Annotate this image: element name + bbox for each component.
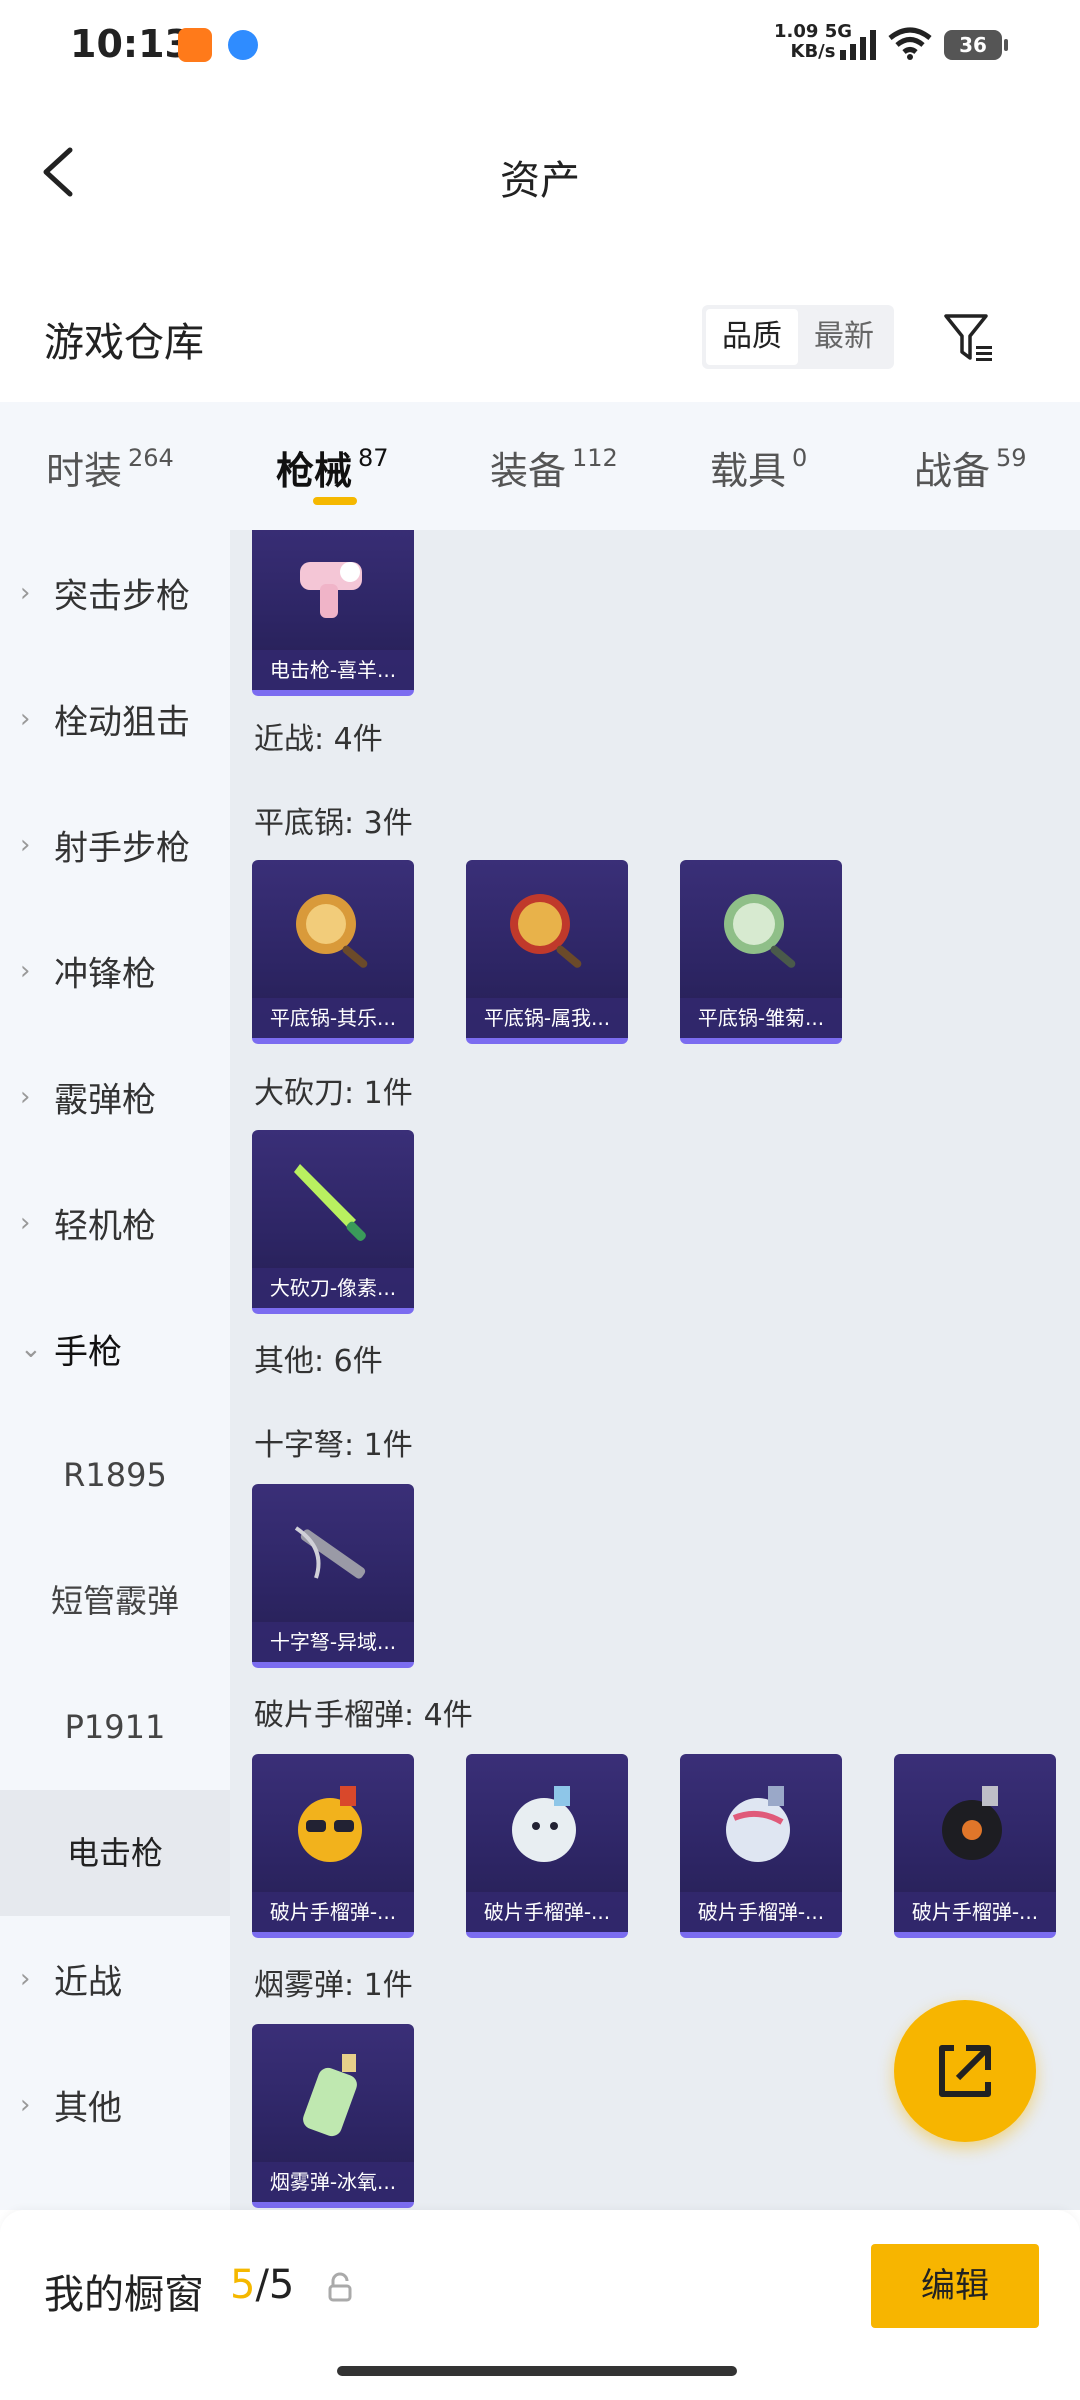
lock-icon	[328, 2272, 352, 2302]
status-time: 10:13	[70, 22, 191, 66]
sidebar-item-pistol[interactable]: ⌄ 手枪	[0, 1286, 230, 1412]
warehouse-title: 游戏仓库	[44, 320, 204, 366]
share-fab-button[interactable]	[894, 2000, 1036, 2142]
item-card-crossbow[interactable]: 十字弩-异域...	[252, 1484, 414, 1668]
item-card-machete[interactable]: 大砍刀-像素...	[252, 1130, 414, 1314]
section-label-pan: 平底锅: 3件	[254, 806, 413, 841]
sidebar-item-lmg[interactable]: › 轻机枪	[0, 1160, 230, 1286]
chevron-right-icon: ›	[20, 1964, 31, 1994]
grenade-image	[512, 1786, 576, 1862]
chevron-right-icon: ›	[20, 578, 31, 608]
showcase-count: 5/5	[230, 2262, 295, 2308]
wifi-icon	[888, 27, 932, 60]
section-label-crossbow: 十字弩: 1件	[254, 1428, 413, 1463]
chevron-right-icon: ›	[20, 2090, 31, 2120]
sidebar-item-other[interactable]: › 其他	[0, 2042, 230, 2168]
item-card-smoke-grenade[interactable]: 烟雾弹-冰氧...	[252, 2024, 414, 2208]
battery-icon: 36	[944, 30, 1008, 60]
sidebar-sub-sawed-off[interactable]: 短管霰弹	[0, 1538, 230, 1664]
sidebar-sub-r1895[interactable]: R1895	[0, 1412, 230, 1538]
sort-quality-option[interactable]: 品质	[706, 309, 798, 365]
section-label-other: 其他: 6件	[254, 1344, 383, 1379]
shopping-app-icon	[178, 28, 212, 62]
category-tabs: 时装 264 枪械 87 装备 112 载具 0 战备 59	[0, 402, 1080, 530]
frying-pan-image	[724, 894, 796, 968]
sidebar-item-shotgun[interactable]: › 霰弹枪	[0, 1034, 230, 1160]
sidebar-item-smg[interactable]: › 冲锋枪	[0, 908, 230, 1034]
grenade-image	[726, 1786, 790, 1862]
app-header: 资产	[0, 100, 1080, 250]
chevron-right-icon: ›	[20, 704, 31, 734]
tab-supplies[interactable]: 战备 59	[914, 440, 1027, 495]
signal-icon	[840, 30, 876, 60]
tab-equipment[interactable]: 装备 112	[490, 440, 618, 495]
sidebar-item-melee[interactable]: › 近战	[0, 1916, 230, 2042]
share-icon	[939, 2045, 991, 2097]
grenade-image	[942, 1786, 1002, 1860]
item-card-grenade[interactable]: 破片手榴弹-...	[466, 1754, 628, 1938]
active-tab-indicator	[313, 497, 357, 505]
browser-app-icon	[228, 30, 258, 60]
machete-image	[294, 1164, 366, 1241]
section-label-machete: 大砍刀: 1件	[254, 1076, 413, 1111]
chevron-right-icon: ›	[20, 956, 31, 986]
section-label-smoke-grenade: 烟雾弹: 1件	[254, 1968, 413, 2003]
frying-pan-image	[296, 894, 368, 968]
chevron-right-icon: ›	[20, 830, 31, 860]
home-indicator[interactable]	[337, 2366, 737, 2376]
smoke-grenade-image	[303, 2054, 357, 2137]
item-card-pan[interactable]: 平底锅-属我...	[466, 860, 628, 1044]
sidebar-sub-p1911[interactable]: P1911	[0, 1664, 230, 1790]
chevron-right-icon: ›	[20, 1082, 31, 1112]
item-card-grenade[interactable]: 破片手榴弹-...	[252, 1754, 414, 1938]
tab-firearms[interactable]: 枪械 87	[276, 440, 389, 495]
sort-toggle: 品质 最新	[702, 305, 894, 369]
item-card-stun-gun[interactable]: 电击枪-喜羊...	[252, 530, 414, 696]
stun-gun-image	[300, 562, 362, 618]
page-title: 资产	[500, 158, 580, 204]
crossbow-image	[294, 1526, 366, 1579]
item-grid: 电击枪-喜羊... 近战: 4件 平底锅: 3件 平底锅-其乐... 平底锅-属…	[230, 530, 1080, 2210]
sort-newest-option[interactable]: 最新	[798, 309, 890, 365]
item-card-grenade[interactable]: 破片手榴弹-...	[680, 1754, 842, 1938]
sidebar-item-marksman-rifle[interactable]: › 射手步枪	[0, 782, 230, 908]
edit-button[interactable]: 编辑	[871, 2244, 1039, 2328]
section-label-melee: 近战: 4件	[254, 722, 383, 757]
tab-vehicles[interactable]: 载具 0	[710, 440, 807, 495]
grenade-image	[298, 1786, 362, 1862]
item-card-pan[interactable]: 平底锅-雏菊...	[680, 860, 842, 1044]
chevron-right-icon: ›	[20, 1208, 31, 1238]
section-label-frag-grenade: 破片手榴弹: 4件	[254, 1698, 473, 1733]
item-card-grenade[interactable]: 破片手榴弹-...	[894, 1754, 1056, 1938]
weapon-category-sidebar: › 突击步枪 › 栓动狙击 › 射手步枪 › 冲锋枪 › 霰弹枪 › 轻机枪 ⌄…	[0, 530, 230, 2210]
chevron-down-icon: ⌄	[20, 1334, 42, 1364]
sidebar-sub-stun-gun[interactable]: 电击枪	[0, 1790, 230, 1916]
showcase-title: 我的橱窗	[44, 2272, 204, 2318]
sidebar-item-bolt-sniper[interactable]: › 栓动狙击	[0, 656, 230, 782]
status-bar: 10:13 1.09 5G KB/s 36	[0, 0, 1080, 90]
sidebar-item-assault-rifle[interactable]: › 突击步枪	[0, 530, 230, 656]
frying-pan-image	[510, 894, 582, 968]
item-card-pan[interactable]: 平底锅-其乐...	[252, 860, 414, 1044]
filter-icon[interactable]	[942, 310, 998, 366]
tab-fashion[interactable]: 时装 264	[46, 440, 174, 495]
